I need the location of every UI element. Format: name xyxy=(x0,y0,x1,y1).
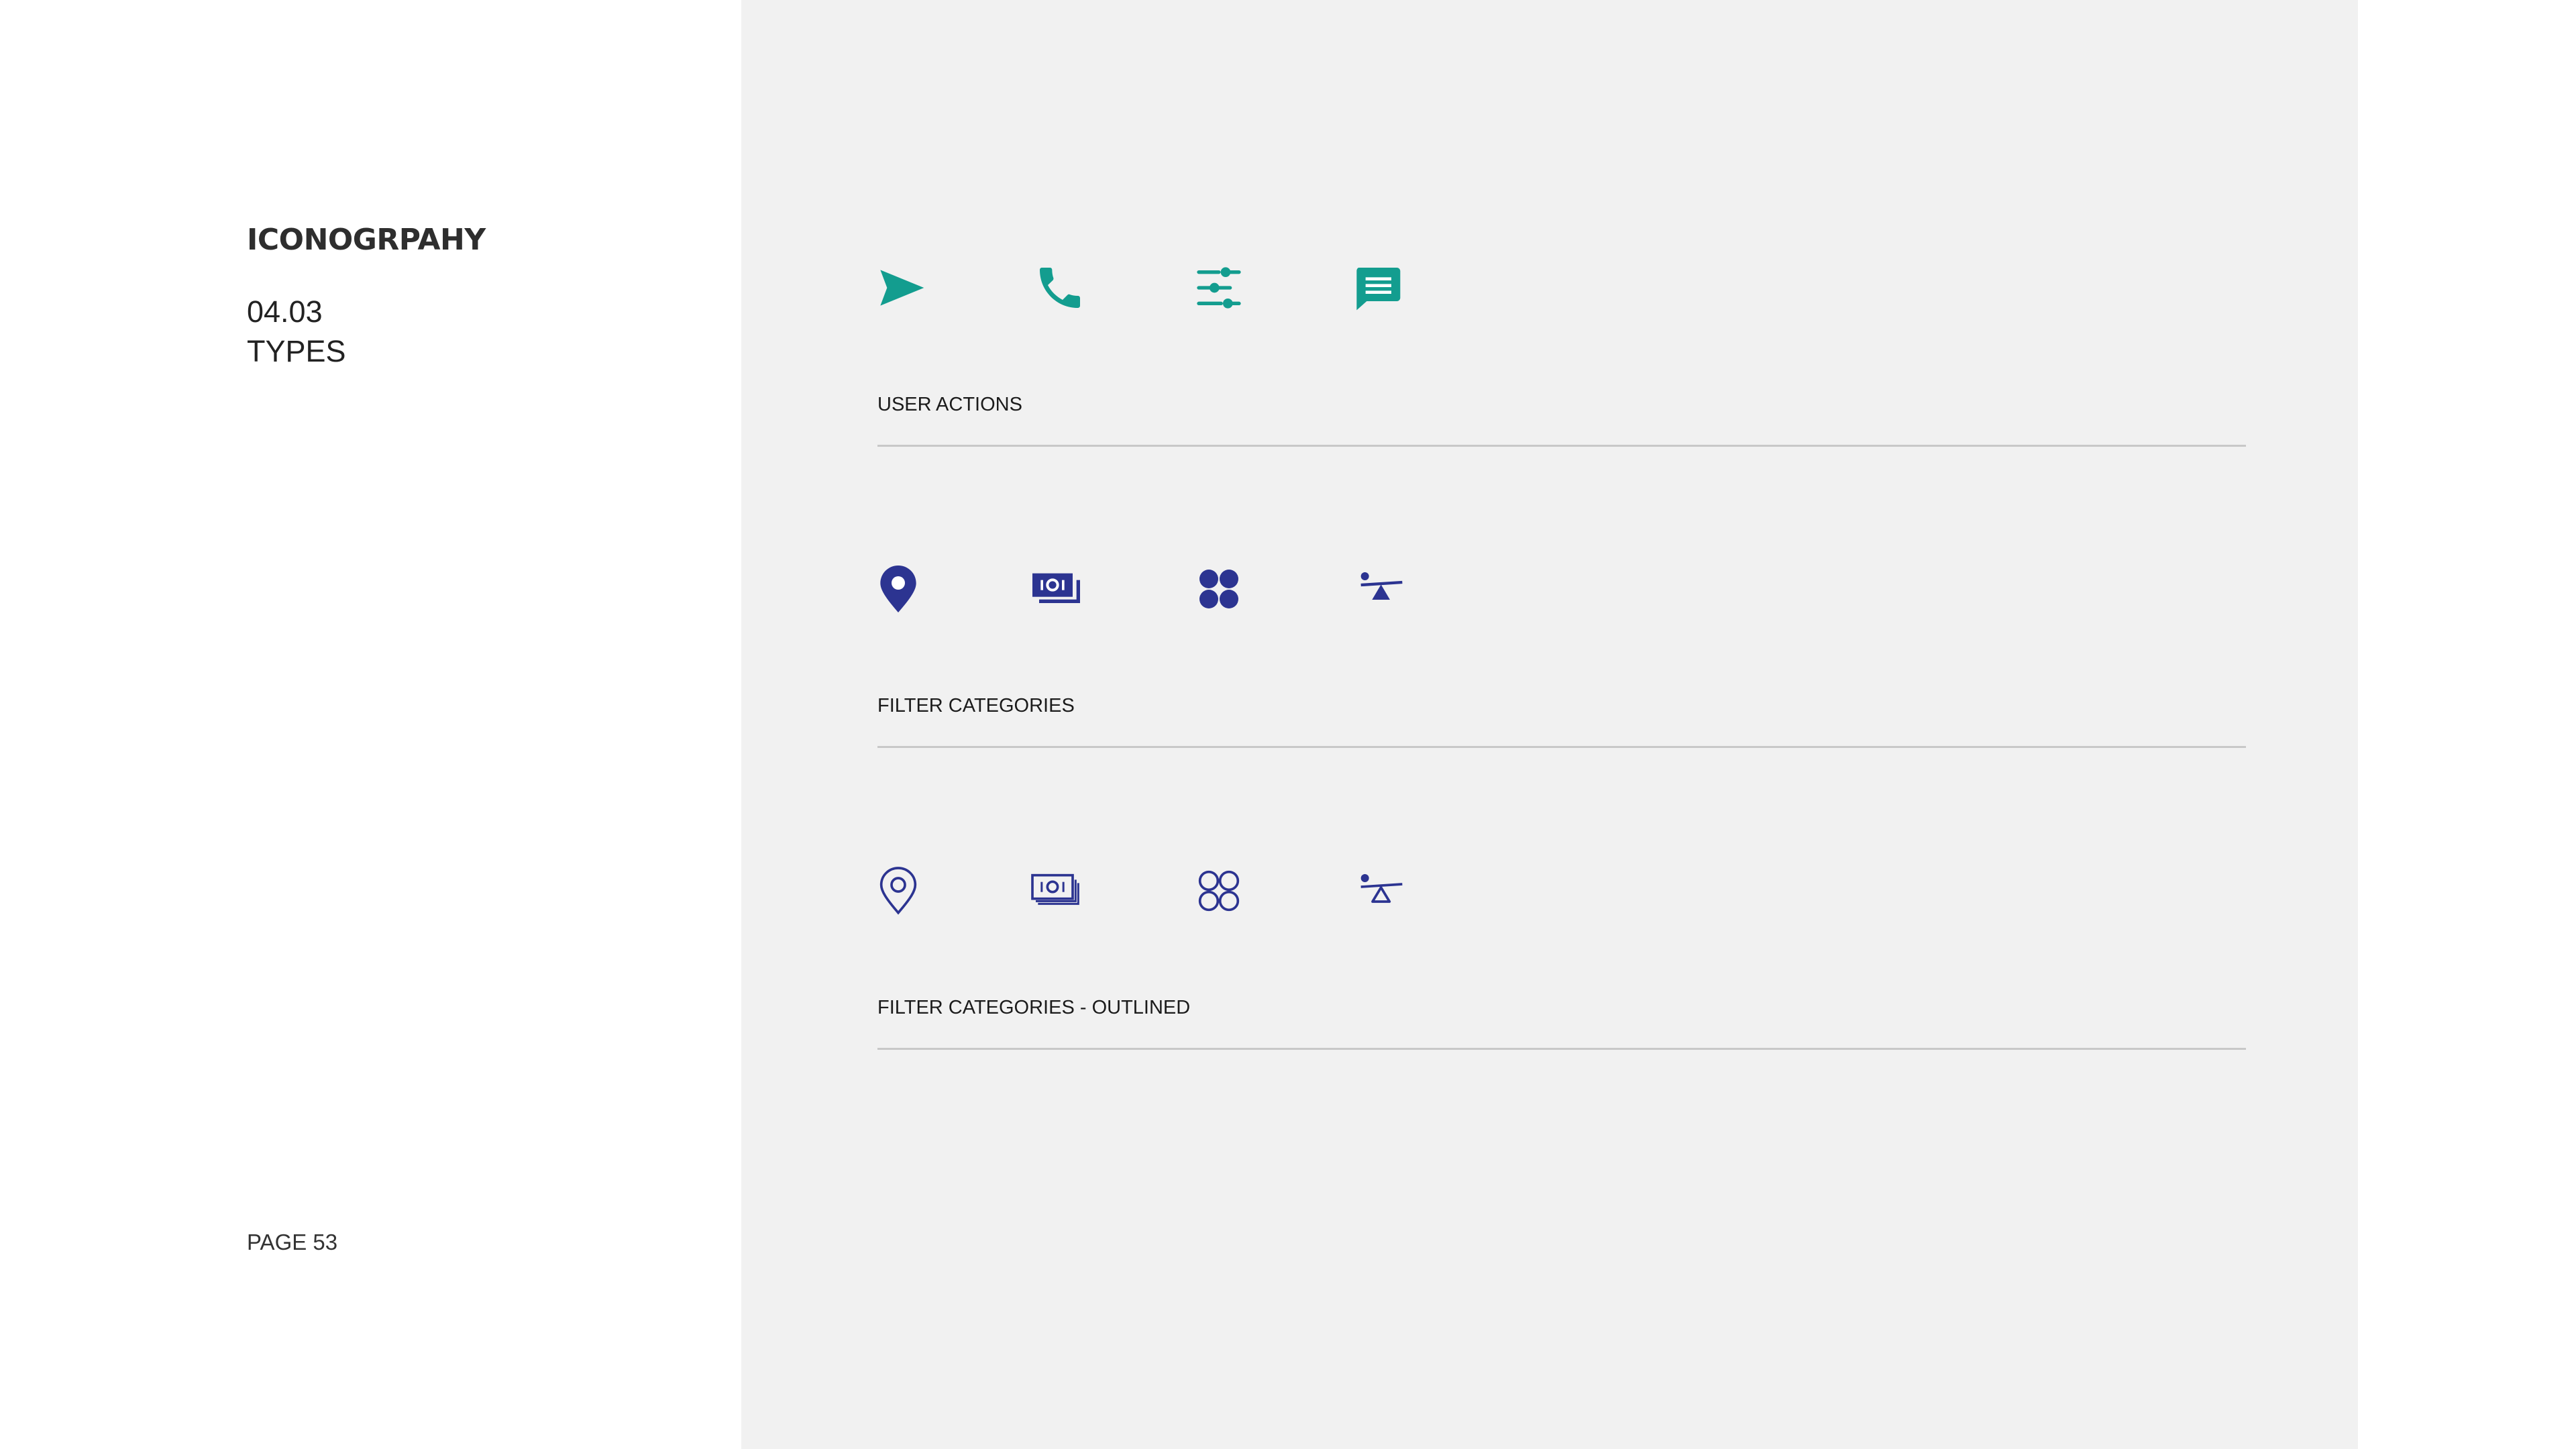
location-pin-outline-icon-graphic xyxy=(879,867,917,915)
money-outline-icon xyxy=(1029,864,1083,918)
icon-row xyxy=(877,261,2246,315)
balance-outline-icon-graphic xyxy=(1360,874,1403,903)
icon-group-user-actions: USER ACTIONS xyxy=(877,261,2246,447)
section-subtitle: TYPES xyxy=(247,334,346,368)
icon-group-filter-categories: FILTER CATEGORIES xyxy=(877,562,2246,748)
icon-row xyxy=(877,864,2246,918)
group-label: FILTER CATEGORIES xyxy=(877,695,1075,716)
money-outline-icon-graphic xyxy=(1031,873,1079,905)
divider xyxy=(877,746,2246,748)
location-pin-outline-icon xyxy=(871,864,925,918)
phone-icon xyxy=(1033,261,1087,315)
sliders-icon-graphic xyxy=(1197,267,1241,309)
icon-row xyxy=(877,562,2246,616)
message-icon-graphic xyxy=(1356,268,1401,311)
balance-outline-icon xyxy=(1353,864,1407,918)
brand-guide-page: ICONOGRPAHY 04.03 TYPES PAGE 53 USER ACT… xyxy=(0,0,2576,1449)
balance-icon-graphic xyxy=(1360,572,1403,600)
icon-group-filter-categories-outlined: FILTER CATEGORIES - OUTLINED xyxy=(877,864,2246,1050)
left-column: ICONOGRPAHY 04.03 TYPES PAGE 53 xyxy=(0,0,741,1449)
divider xyxy=(877,1048,2246,1050)
categories-icon-graphic xyxy=(1199,570,1238,608)
send-icon xyxy=(875,261,928,315)
money-icon xyxy=(1029,562,1083,616)
categories-icon xyxy=(1192,562,1246,616)
group-label: USER ACTIONS xyxy=(877,394,1022,415)
balance-icon xyxy=(1353,562,1407,616)
message-icon xyxy=(1351,261,1405,315)
sliders-icon xyxy=(1192,261,1246,315)
group-label: FILTER CATEGORIES - OUTLINED xyxy=(877,997,1191,1018)
section-number: 04.03 xyxy=(247,294,323,329)
location-pin-icon-graphic xyxy=(880,566,916,612)
page-title: ICONOGRPAHY xyxy=(247,223,486,257)
divider xyxy=(877,445,2246,447)
page-number: PAGE 53 xyxy=(247,1230,338,1254)
categories-outline-icon-graphic xyxy=(1198,870,1240,912)
icon-panel xyxy=(741,0,2358,1449)
phone-icon-graphic xyxy=(1040,268,1080,308)
categories-outline-icon xyxy=(1192,864,1246,918)
send-icon-graphic xyxy=(880,270,924,306)
money-icon-graphic xyxy=(1032,573,1080,603)
location-pin-icon xyxy=(871,562,925,616)
